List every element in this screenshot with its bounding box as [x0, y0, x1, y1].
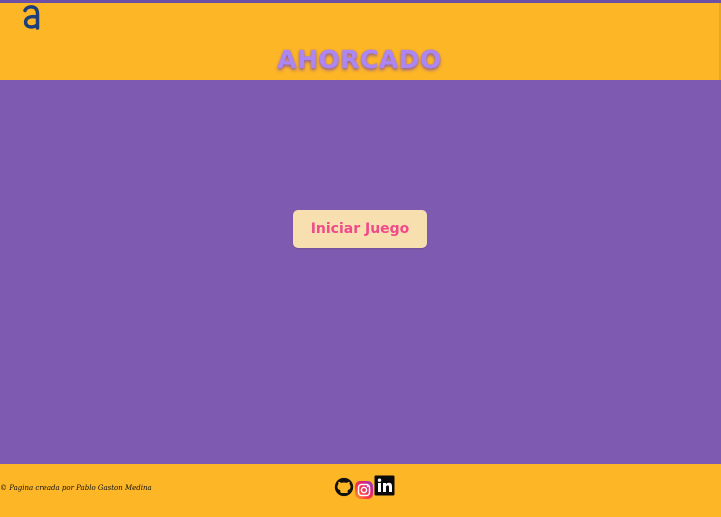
instagram-icon	[355, 481, 373, 499]
instagram-link[interactable]	[354, 480, 374, 500]
github-link[interactable]	[333, 476, 355, 498]
page-title: AHORCADO	[277, 44, 442, 74]
footer: © Pagina creada por Pablo Gaston Medina	[0, 464, 721, 517]
linkedin-link[interactable]	[374, 475, 395, 496]
linkedin-icon	[374, 475, 395, 496]
page: AHORCADO Iniciar Juego © Pagina creada p…	[0, 0, 721, 517]
github-icon	[334, 477, 354, 497]
header: AHORCADO	[0, 3, 721, 80]
social-links	[333, 474, 403, 500]
alura-logo-icon[interactable]	[20, 0, 44, 31]
start-game-button[interactable]: Iniciar Juego	[293, 210, 427, 248]
credits-text: © Pagina creada por Pablo Gaston Medina	[0, 484, 152, 492]
main-content: Iniciar Juego	[0, 80, 721, 464]
